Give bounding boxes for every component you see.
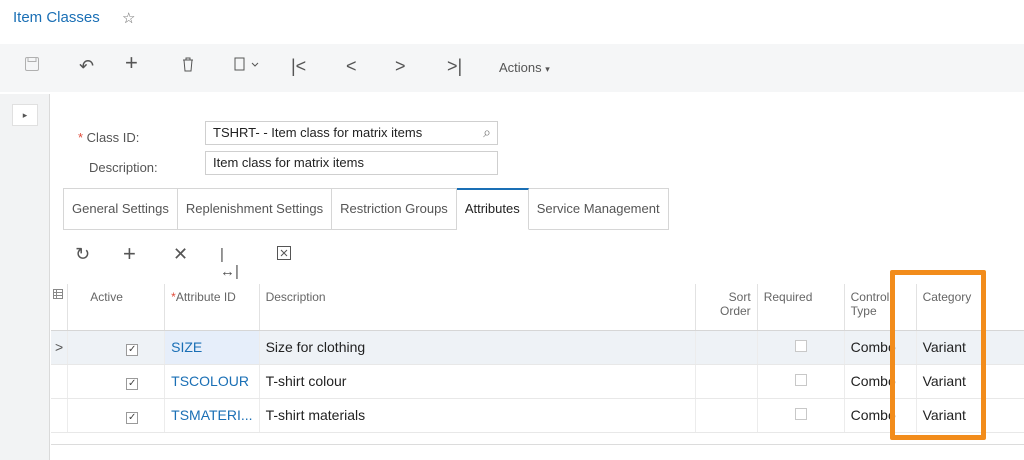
page-title: Item Classes xyxy=(13,9,100,26)
row-selector[interactable] xyxy=(51,398,68,433)
column-sort-order[interactable]: Sort Order xyxy=(694,284,758,331)
last-record-icon[interactable]: >| xyxy=(447,56,462,76)
column-settings-icon[interactable] xyxy=(51,284,68,331)
fit-columns-icon[interactable]: |↔| xyxy=(220,246,239,280)
actions-menu[interactable]: Actions ▾ xyxy=(499,60,550,75)
control-type-cell: Combo xyxy=(843,364,917,399)
table-row[interactable]: ✓ TSCOLOUR T-shirt colour Combo Variant xyxy=(51,364,1024,399)
expand-panel-icon[interactable]: ▸ xyxy=(12,104,38,126)
required-checkbox[interactable] xyxy=(756,364,845,399)
attributes-grid: Active *Attribute ID Description Sort Or… xyxy=(51,284,1024,433)
left-panel xyxy=(0,94,50,460)
column-active[interactable]: Active xyxy=(67,284,165,331)
column-category[interactable]: Category xyxy=(915,284,1024,331)
title-bar: Item Classes ☆ xyxy=(0,0,1024,40)
star-icon[interactable]: ☆ xyxy=(122,9,135,27)
description-cell: T-shirt materials xyxy=(258,398,696,433)
required-checkbox[interactable] xyxy=(756,330,845,365)
class-id-field[interactable]: TSHRT- - Item class for matrix items ⌕ xyxy=(205,121,498,145)
first-record-icon[interactable]: |< xyxy=(291,56,306,76)
column-control-type[interactable]: Control Type xyxy=(843,284,917,331)
copy-paste-icon[interactable] xyxy=(233,56,259,76)
refresh-icon[interactable]: ↻ xyxy=(75,244,90,265)
sort-order-cell xyxy=(694,364,758,399)
category-cell: Variant xyxy=(915,330,1024,365)
main-toolbar: ↶ + |< < > >| Actions ▾ xyxy=(0,44,1024,92)
sort-order-cell xyxy=(694,330,758,365)
export-excel-icon[interactable] xyxy=(277,244,291,265)
active-checkbox[interactable]: ✓ xyxy=(67,364,165,399)
table-row[interactable]: ✓ TSMATERI... T-shirt materials Combo Va… xyxy=(51,398,1024,433)
add-row-icon[interactable]: + xyxy=(123,241,136,267)
category-cell: Variant xyxy=(915,398,1024,433)
summary-form xyxy=(51,94,1024,194)
grid-header-row: Active *Attribute ID Description Sort Or… xyxy=(51,284,1024,331)
class-id-value: TSHRT- - Item class for matrix items xyxy=(213,125,423,140)
description-value: Item class for matrix items xyxy=(213,155,364,170)
description-cell: Size for clothing xyxy=(258,330,696,365)
description-field[interactable]: Item class for matrix items xyxy=(205,151,498,175)
tab-service-management[interactable]: Service Management xyxy=(528,188,669,230)
column-required[interactable]: Required xyxy=(756,284,845,331)
column-attribute-id[interactable]: *Attribute ID xyxy=(164,284,260,331)
add-icon[interactable]: + xyxy=(125,52,138,74)
tab-general-settings[interactable]: General Settings xyxy=(63,188,178,230)
previous-record-icon[interactable]: < xyxy=(346,56,357,76)
next-record-icon[interactable]: > xyxy=(395,56,406,76)
row-selector-icon[interactable]: > xyxy=(51,330,68,365)
active-checkbox[interactable]: ✓ xyxy=(67,398,165,433)
description-cell: T-shirt colour xyxy=(258,364,696,399)
attribute-id-cell[interactable]: TSMATERI... xyxy=(164,398,260,433)
sort-order-cell xyxy=(694,398,758,433)
table-row[interactable]: > ✓ SIZE Size for clothing Combo Variant xyxy=(51,330,1024,365)
control-type-cell: Combo xyxy=(843,398,917,433)
chevron-down-icon: ▾ xyxy=(545,64,550,74)
tab-attributes[interactable]: Attributes xyxy=(456,188,529,230)
class-id-label: * Class ID: xyxy=(78,130,140,145)
tab-bar: General Settings Replenishment Settings … xyxy=(63,188,669,230)
control-type-cell: Combo xyxy=(843,330,917,365)
save-icon[interactable] xyxy=(24,56,40,78)
attribute-id-cell[interactable]: SIZE xyxy=(164,330,260,365)
delete-icon[interactable] xyxy=(181,56,195,76)
tab-restriction-groups[interactable]: Restriction Groups xyxy=(332,188,457,230)
required-checkbox[interactable] xyxy=(756,398,845,433)
delete-row-icon[interactable]: ✕ xyxy=(173,244,188,265)
row-selector[interactable] xyxy=(51,364,68,399)
tab-replenishment-settings[interactable]: Replenishment Settings xyxy=(177,188,333,230)
active-checkbox[interactable]: ✓ xyxy=(67,330,165,365)
description-label: Description: xyxy=(89,160,158,175)
grid-bottom-divider xyxy=(51,444,1024,445)
undo-icon[interactable]: ↶ xyxy=(79,56,94,76)
actions-label: Actions xyxy=(499,60,542,75)
search-icon[interactable]: ⌕ xyxy=(483,124,491,141)
category-cell: Variant xyxy=(915,364,1024,399)
attribute-id-cell[interactable]: TSCOLOUR xyxy=(164,364,260,399)
column-description[interactable]: Description xyxy=(258,284,696,331)
